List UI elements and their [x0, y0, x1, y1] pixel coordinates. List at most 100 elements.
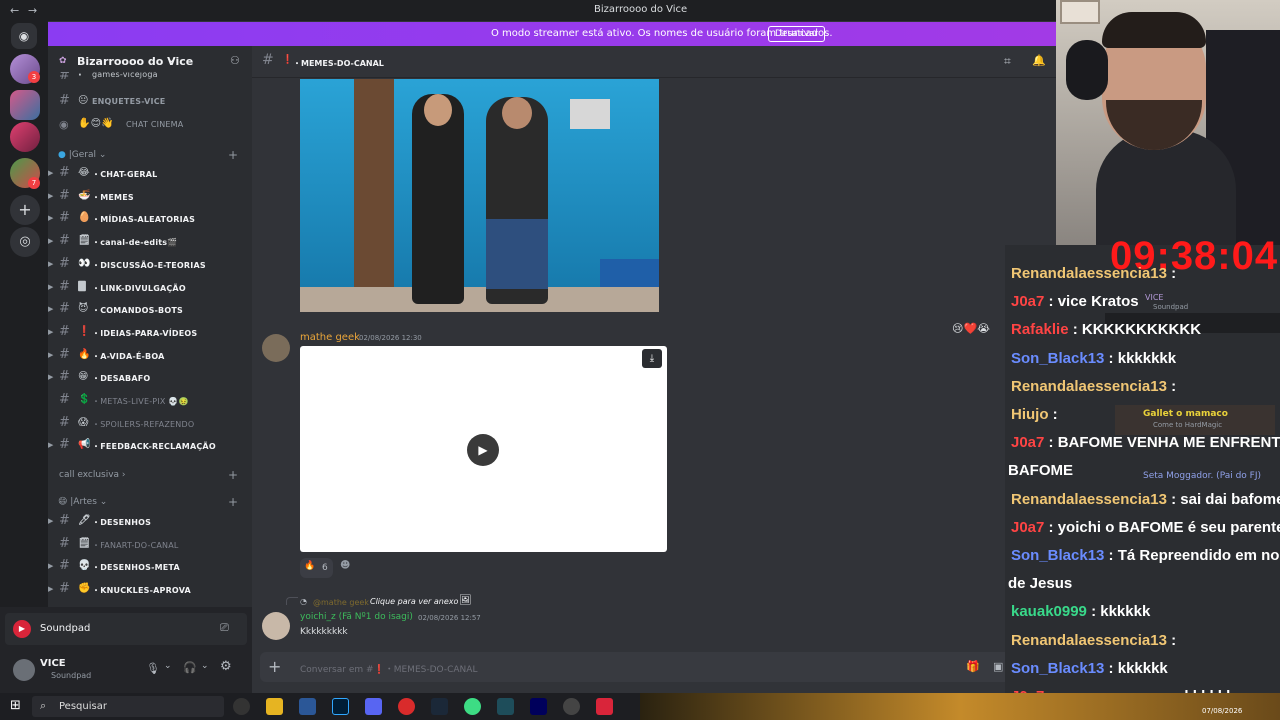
server-icon-active[interactable] — [10, 90, 40, 120]
channel-item[interactable]: ▶ # 🗒 ・canal-de-edits🎬 — [48, 232, 252, 252]
channel-item[interactable]: ▶ # 🔥 ・A-VIDA-É-BOA — [48, 346, 252, 366]
channel-label-text: KNUCKLES-APROVA — [100, 585, 191, 595]
channel-item[interactable]: ▶ # 🖊 ・DESENHOS — [48, 512, 252, 532]
channel-item[interactable]: ▶ # 🥚 ・MÍDIAS-ALEATORIAS — [48, 209, 252, 229]
word-icon[interactable] — [299, 698, 316, 715]
disable-streamer-button[interactable]: Desativar — [768, 26, 826, 42]
reply-ref-text[interactable]: Clique para ver anexo — [370, 597, 458, 606]
channel-item[interactable]: # 🗒 ・FANART-DO-CANAL — [48, 535, 252, 555]
chevron-down-icon[interactable]: ⌄ — [164, 661, 172, 671]
channel-item[interactable]: ▶ # 😈 ・COMANDOS-BOTS — [48, 300, 252, 320]
channel-label: ・MEMES — [92, 192, 134, 202]
channel-item[interactable]: ▶ # 👀 ・DISCUSSÃO-E-TEORIAS — [48, 255, 252, 275]
reaction-fire[interactable]: 🔥 6 — [300, 558, 333, 578]
steam-icon[interactable] — [431, 698, 448, 715]
message-input[interactable]: + Conversar em #❗・MEMES-DO-CANAL 🎁 ▣ — [260, 652, 1050, 682]
channel-item[interactable]: # 😱 ・SPOILERS-REFAZENDO — [48, 414, 252, 434]
channel-label: ・A-VIDA-É-BOA — [92, 351, 165, 361]
add-channel-icon[interactable]: + — [228, 148, 238, 162]
opera-icon[interactable] — [398, 698, 415, 715]
photo-face-left — [424, 94, 452, 126]
category-artes[interactable]: 😄 |Artes ⌄ + — [58, 495, 238, 509]
channel-item[interactable]: ▶ # 😁 ・DESABAFO — [48, 368, 252, 388]
quick-reactions[interactable]: 😢❤️😭 — [952, 322, 990, 335]
premiere-icon[interactable] — [530, 698, 547, 715]
stream-chat-message: : kkkkkk — [1086, 603, 1151, 621]
discord-home-icon[interactable]: ◉ — [11, 23, 37, 49]
category-geral[interactable]: ● |Geral ⌄ + — [58, 148, 238, 162]
image-attachment[interactable] — [300, 79, 659, 312]
bell-icon[interactable]: 🔔 — [1032, 54, 1046, 67]
chevron-down-icon[interactable]: ⌄ — [201, 661, 209, 671]
play-icon[interactable]: ▶ — [467, 434, 499, 466]
headphones-icon[interactable]: 🎧 — [183, 661, 197, 674]
forward-arrow-icon[interactable]: → — [28, 4, 37, 17]
gif-icon[interactable]: ▣ — [993, 660, 1003, 673]
microphone-icon[interactable]: 🎙 — [146, 662, 160, 675]
taskbar-search[interactable]: ⌕ Pesquisar — [32, 696, 224, 717]
channel-unread-arrow-icon: ▶ — [48, 191, 54, 200]
channel-item[interactable]: # 💲 ・METAS-LIVE-PIX 💀🤢 — [48, 391, 252, 411]
stream-chat-user: J0a7 — [1011, 518, 1045, 536]
activity-settings-icon[interactable]: ⎚ — [220, 621, 229, 635]
discord-taskbar-icon[interactable] — [365, 698, 382, 715]
video-attachment[interactable]: ⤓ ▶ — [300, 346, 667, 552]
channel-label: ・DESABAFO — [92, 374, 151, 384]
server-icon-3[interactable] — [10, 122, 40, 152]
file-explorer-icon[interactable] — [266, 698, 283, 715]
channel-item[interactable]: ◉ ✋😊👋 CHAT CINEMA — [48, 115, 252, 135]
channel-item[interactable]: # · games-vicejoga — [48, 72, 252, 84]
stream-chat-message: : kkkkkk — [1104, 659, 1168, 677]
search-placeholder: Pesquisar — [59, 701, 107, 712]
windows-start-icon[interactable]: ⊞ — [10, 698, 21, 713]
explore-icon[interactable]: ◎ — [10, 227, 40, 257]
taskbar-date: 07/08/2026 — [1202, 707, 1243, 715]
channel-item[interactable]: ▶ # ✊ ・KNUCKLES-APROVA — [48, 580, 252, 600]
gift-icon[interactable]: 🎁 — [966, 660, 980, 673]
message-author[interactable]: mathe geek — [300, 332, 360, 343]
add-attachment-icon[interactable]: + — [268, 657, 281, 676]
add-reaction-icon[interactable]: ☻ — [340, 560, 356, 576]
channel-label: ・MÍDIAS-ALEATORIAS — [92, 215, 196, 225]
server-list: ◉ 3 7 + ◎ — [0, 21, 48, 693]
input-placeholder: Conversar em #❗・MEMES-DO-CANAL — [300, 665, 478, 675]
photo-face-right — [502, 97, 532, 129]
channel-unread-arrow-icon: ▶ — [48, 282, 54, 291]
stream-chat-line: Son_Black13 : kkkkkk — [1011, 660, 1168, 677]
message-author[interactable]: yoichi_z (Fã Nº1 do isagi) — [300, 612, 413, 622]
v-app-icon[interactable] — [497, 698, 514, 715]
stream-chat-user: Renandalaessencia13 — [1011, 265, 1167, 282]
channel-emoji: 🗒 — [78, 537, 91, 549]
channel-item[interactable]: ▶ # 📢 ・FEEDBACK-RECLAMAÇÃO — [48, 436, 252, 456]
app-icon-1[interactable] — [233, 698, 250, 715]
activity-card[interactable]: ▶ Soundpad ⎚ — [5, 613, 247, 645]
channel-item[interactable]: ▶ # ❗ ・IDEIAS-PARA-VÍDEOS — [48, 323, 252, 343]
settings-gear-icon[interactable]: ⚙ — [220, 659, 232, 674]
channel-item[interactable]: ▶ # 🍜 ・MEMES — [48, 187, 252, 207]
add-member-icon[interactable]: ⚇ — [230, 54, 240, 67]
soundpad-taskbar-icon[interactable] — [596, 698, 613, 715]
android-icon[interactable] — [464, 698, 481, 715]
back-arrow-icon[interactable]: ← — [10, 4, 19, 17]
channel-label-text: SPOILERS-REFAZENDO — [100, 419, 195, 429]
channel-item[interactable]: ▶ # 😂 ・CHAT-GERAL — [48, 164, 252, 184]
avatar[interactable] — [262, 612, 290, 640]
download-icon[interactable]: ⤓ — [642, 349, 662, 368]
channel-label: CHAT CINEMA — [126, 120, 184, 129]
add-server-icon[interactable]: + — [10, 195, 40, 225]
channel-item[interactable]: ▶ # 💀 ・DESENHOS-META — [48, 557, 252, 577]
threads-icon[interactable]: ⌗ — [1004, 54, 1011, 69]
stream-chat-user: Renandalaessencia13 — [1011, 490, 1167, 508]
photoshop-icon[interactable] — [332, 698, 349, 715]
avatar[interactable] — [262, 334, 290, 362]
media-player-icon[interactable] — [563, 698, 580, 715]
channel-item[interactable]: # 😐 ENQUETES-VICE — [48, 92, 252, 112]
channel-label: ・CHAT-GERAL — [92, 170, 158, 179]
stream-chat-message: : BAFOME VENHA ME ENFRENTAR — [1044, 434, 1280, 452]
reply-ref-author[interactable]: @mathe geek — [313, 598, 369, 607]
add-channel-icon[interactable]: + — [228, 468, 238, 482]
avatar[interactable] — [13, 659, 35, 681]
category-call[interactable]: call exclusiva › + — [59, 468, 238, 482]
add-channel-icon[interactable]: + — [228, 495, 238, 509]
channel-item[interactable]: ▶ # 🀫 ・LINK-DIVULGAÇÃO — [48, 278, 252, 298]
